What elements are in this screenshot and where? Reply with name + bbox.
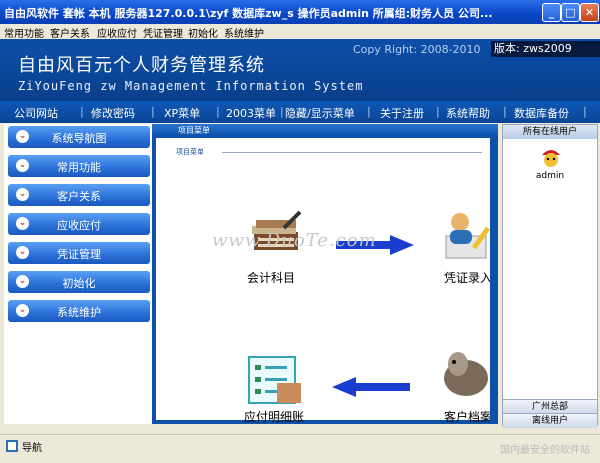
navigation-label[interactable]: 导航	[22, 439, 42, 454]
status-bar: 导航 国内最安全的软件站	[0, 434, 600, 463]
user-name[interactable]: admin	[503, 171, 597, 181]
customer-label[interactable]: 客户档案	[444, 408, 490, 425]
nav-separator: |	[151, 105, 155, 118]
menu-receivable[interactable]: 应收应付	[97, 25, 137, 40]
close-button[interactable]: ✕	[580, 3, 599, 22]
voucher-label[interactable]: 凭证录入	[444, 269, 490, 286]
nav-help[interactable]: 系统帮助	[446, 105, 490, 121]
payable-label[interactable]: 应付明细账	[244, 408, 304, 425]
menu-bar: 常用功能 客户关系 应收应付 凭证管理 初始化 系统维护	[0, 24, 600, 40]
accounts-label[interactable]: 会计科目	[247, 269, 295, 286]
offline-users[interactable]: 离线用户	[503, 413, 597, 428]
user-avatar-icon[interactable]	[539, 145, 563, 169]
nav-separator: |	[583, 105, 587, 118]
nav-backup[interactable]: 数据库备份	[514, 105, 569, 121]
nav-company-site[interactable]: 公司网站	[14, 105, 58, 121]
online-users-header: 所有在线用户	[503, 125, 597, 139]
minimize-button[interactable]: _	[542, 3, 561, 22]
site-watermark: www.DuoTe.com	[212, 230, 377, 251]
left-nav-common[interactable]: ⌄ 常用功能	[8, 155, 150, 177]
nav-2003-menu[interactable]: 2003菜单	[226, 105, 276, 121]
online-users-panel: 所有在线用户 admin 广州总部 离线用户	[502, 124, 598, 428]
maximize-button[interactable]: □	[561, 3, 580, 22]
nav-separator: |	[80, 105, 84, 118]
nav-separator: |	[503, 105, 507, 118]
group-headquarters[interactable]: 广州总部	[503, 399, 597, 414]
banner: 自由风百元个人财务管理系统 ZiYouFeng zw Management In…	[0, 39, 600, 101]
menu-voucher[interactable]: 凭证管理	[143, 25, 183, 40]
menu-maintenance[interactable]: 系统维护	[224, 25, 264, 40]
status-watermark: 国内最安全的软件站	[500, 445, 590, 456]
left-nav-receivable[interactable]: ⌄ 应收应付	[8, 213, 150, 235]
nav-register[interactable]: 关于注册	[380, 105, 424, 121]
menu-common[interactable]: 常用功能	[4, 25, 44, 40]
divider	[222, 152, 482, 153]
center-panel: 项目菜单 项目菜单 会计科目 凭证录入 应付明细账 客户档案 www.DuoTe…	[152, 124, 498, 424]
left-nav-system-map[interactable]: ⌄ 系统导航图	[8, 126, 150, 148]
voucher-entry-icon[interactable]	[444, 208, 491, 262]
project-menu-area: 项目菜单 会计科目 凭证录入 应付明细账 客户档案 www.DuoTe.com	[156, 138, 491, 424]
left-nav-maintenance[interactable]: ⌄ 系统维护	[8, 300, 150, 322]
version-badge: 版本: zws2009	[491, 41, 600, 57]
window-title: 自由风软件 套帐 本机 服务器127.0.0.1\zyf 数据库zw_s 操作员…	[4, 7, 493, 20]
copyright: Copy Right: 2008-2010	[353, 43, 481, 56]
nav-bar: 公司网站 | 修改密码 | XP菜单 | 2003菜单 | 隐藏/显示菜单 | …	[0, 101, 600, 123]
tab-project-menu[interactable]: 项目菜单	[178, 125, 210, 136]
arrow-left-icon	[332, 376, 410, 398]
app-title: 自由风百元个人财务管理系统	[18, 55, 265, 76]
payable-detail-icon[interactable]	[247, 355, 303, 405]
left-nav-init[interactable]: ⌄ 初始化	[8, 271, 150, 293]
title-bar: 自由风软件 套帐 本机 服务器127.0.0.1\zyf 数据库zw_s 操作员…	[0, 0, 600, 24]
nav-separator: |	[367, 105, 371, 118]
menu-init[interactable]: 初始化	[188, 25, 218, 40]
nav-change-password[interactable]: 修改密码	[91, 105, 135, 121]
left-nav-customer[interactable]: ⌄ 客户关系	[8, 184, 150, 206]
nav-separator: |	[280, 105, 284, 118]
inner-title: 项目菜单	[176, 148, 204, 156]
left-nav-panel: ⌄ 系统导航图 ⌄ 常用功能 ⌄ 客户关系 ⌄ 应收应付 ⌄ 凭证管理 ⌄ 初始化 ⌄ 系统维…	[4, 124, 152, 424]
customer-archive-icon[interactable]	[440, 344, 490, 404]
left-nav-voucher[interactable]: ⌄ 凭证管理	[8, 242, 150, 264]
nav-xp-menu[interactable]: XP菜单	[164, 105, 200, 121]
nav-toggle-menu[interactable]: 隐藏/显示菜单	[285, 105, 355, 121]
nav-separator: |	[216, 105, 220, 118]
menu-customer[interactable]: 客户关系	[50, 25, 90, 40]
app-subtitle: ZiYouFeng zw Management Information Syst…	[18, 79, 364, 93]
nav-separator: |	[436, 105, 440, 118]
